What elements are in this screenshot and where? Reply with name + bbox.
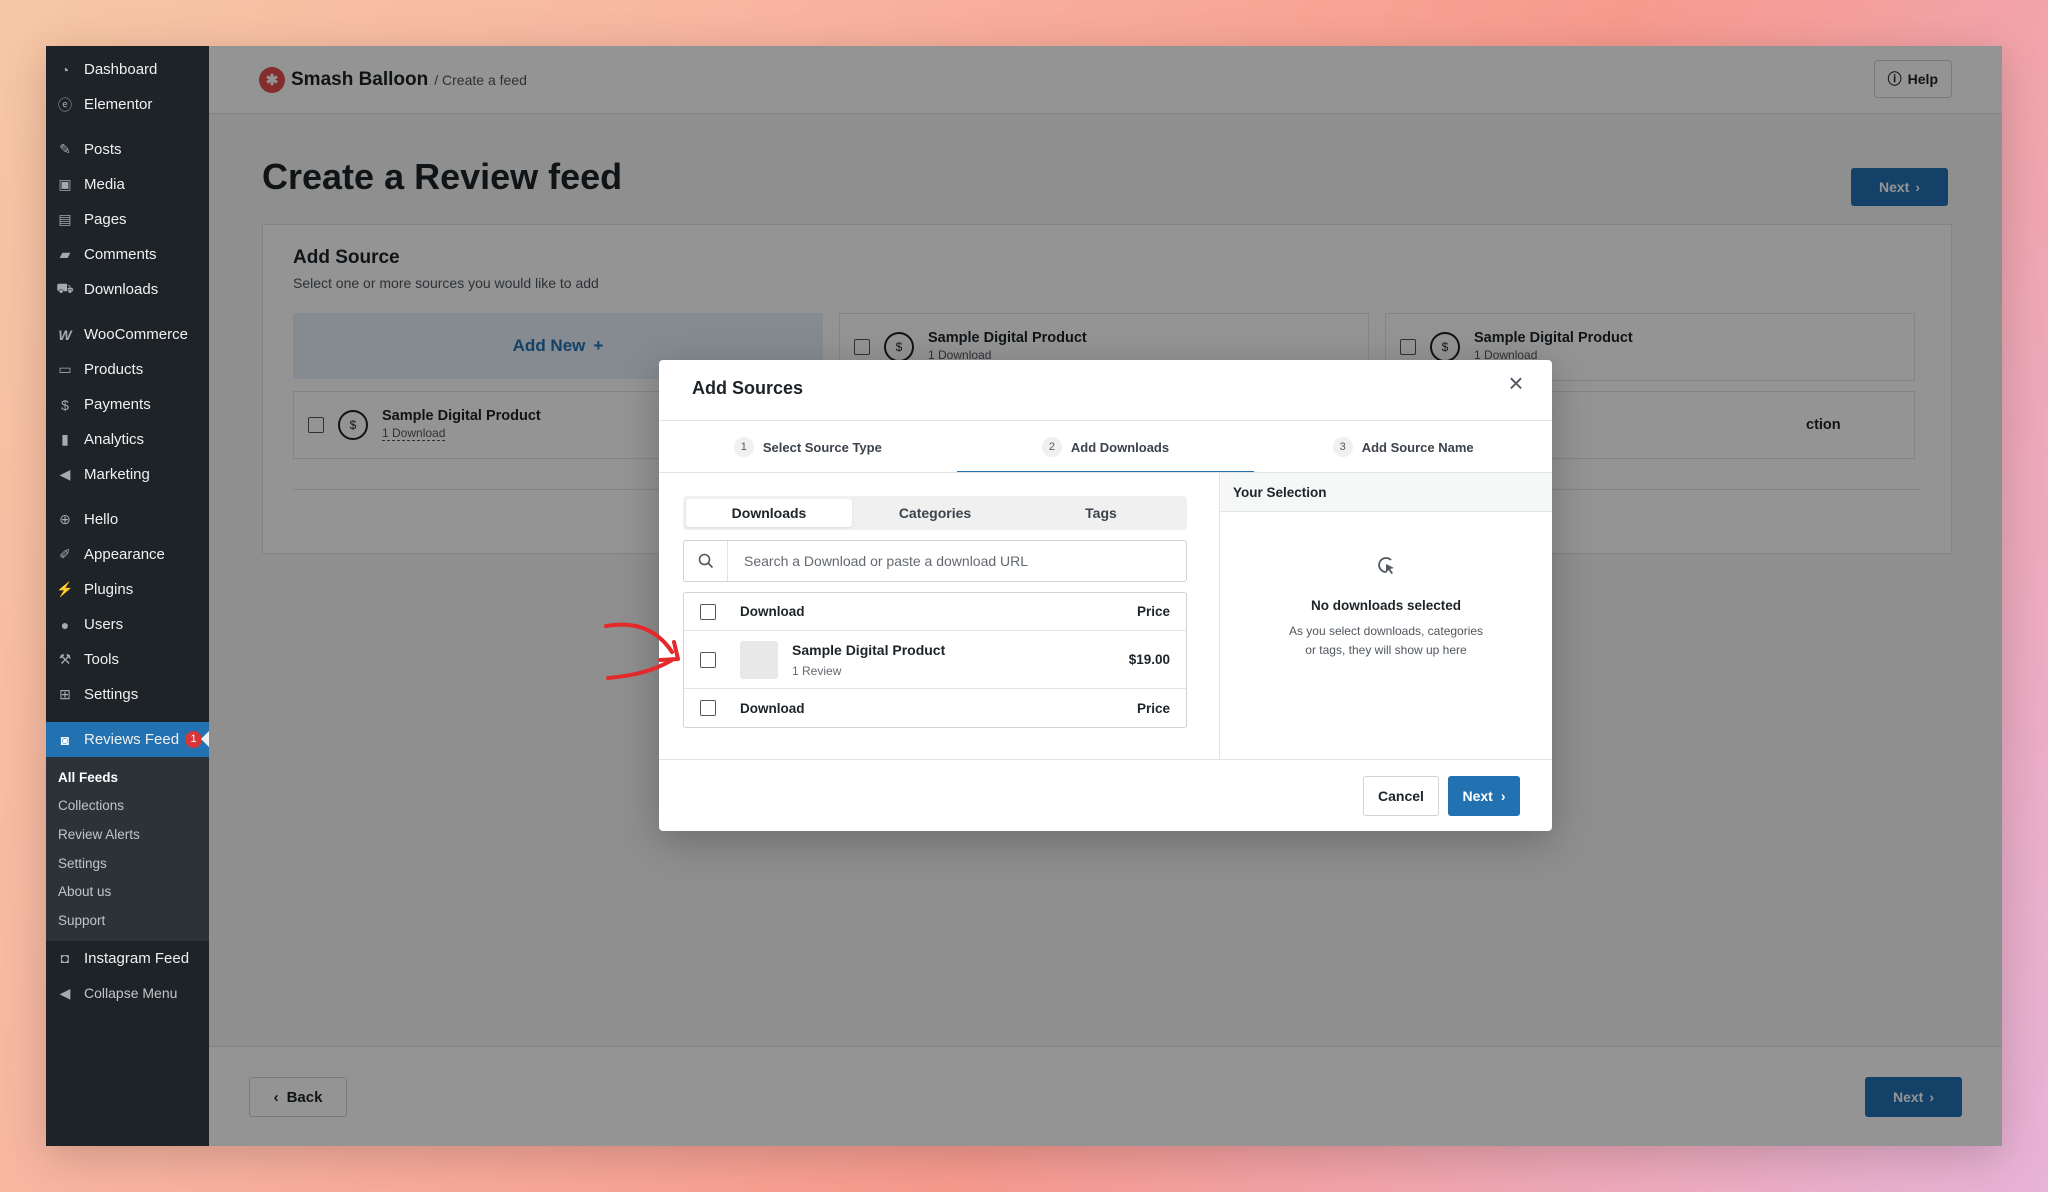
brush-icon: ✐ xyxy=(59,546,71,562)
sidebar-item-marketing[interactable]: ◀ Marketing xyxy=(46,457,209,492)
selection-title: Your Selection xyxy=(1220,473,1552,512)
sidebar-item-plugins[interactable]: ⚡ Plugins xyxy=(46,572,209,607)
sidebar-item-elementor[interactable]: ⓔ Elementor xyxy=(46,87,209,122)
step-add-source-name: 3 Add Source Name xyxy=(1254,421,1552,473)
stepper: 1 Select Source Type 2 Add Downloads 3 Add … xyxy=(659,421,1552,473)
product-thumbnail xyxy=(740,640,778,679)
sidebar-item-hello[interactable]: ⊕ Hello xyxy=(46,502,209,537)
cursor-click-icon xyxy=(1220,553,1552,584)
product-price: $19.00 xyxy=(1128,652,1170,667)
reviews-feed-submenu: All Feeds Collections Review Alerts Sett… xyxy=(46,757,209,941)
sidebar-item-instagram-feed[interactable]: ◘ Instagram Feed xyxy=(46,941,209,976)
divider xyxy=(659,759,1552,760)
archive-icon: ▭ xyxy=(58,361,72,377)
submenu-settings[interactable]: Settings xyxy=(46,849,209,878)
woo-icon: W xyxy=(58,326,72,343)
next-button[interactable]: Next › xyxy=(1448,776,1520,816)
cart-icon: ⛟ xyxy=(56,280,74,296)
column-header-price: Price xyxy=(1136,604,1170,619)
sidebar-item-settings[interactable]: ⊞ Settings xyxy=(46,677,209,712)
empty-title: No downloads selected xyxy=(1310,598,1462,613)
submenu-support[interactable]: Support xyxy=(46,906,209,935)
comments-icon: ▰ xyxy=(59,246,71,262)
table-row[interactable]: Sample Digital Product 1 Review $19.00 xyxy=(684,631,1186,689)
admin-sidebar: ◔ Dashboard ⓔ Elementor ✎ Posts ▣ Media ▤ Pag… xyxy=(46,46,209,1146)
step-select-source-type: 1 Select Source Type xyxy=(659,421,957,473)
sidebar-item-pages[interactable]: ▤ Pages xyxy=(46,202,209,237)
sidebar-item-downloads[interactable]: ⛟ Downloads xyxy=(46,272,209,307)
empty-state: No downloads selected As you select down… xyxy=(1220,553,1552,660)
empty-description: As you select downloads, categories or t… xyxy=(1288,624,1484,657)
sidebar-item-tools[interactable]: ⚒ Tools xyxy=(46,642,209,677)
reviews-icon: ◙ xyxy=(60,731,70,748)
submenu-about-us[interactable]: About us xyxy=(46,877,209,906)
sidebar-item-media[interactable]: ▣ Media xyxy=(46,167,209,202)
settings-icon: ⊞ xyxy=(59,686,71,702)
collapse-icon: ◀ xyxy=(59,984,71,1001)
downloads-pane: Downloads Categories Tags Download Price… xyxy=(683,496,1187,728)
search-icon xyxy=(684,541,728,581)
chevron-right-icon: › xyxy=(1500,788,1506,804)
product-name: Sample Digital Product xyxy=(792,641,946,658)
sidebar-item-comments[interactable]: ▰ Comments xyxy=(46,237,209,272)
submenu-collections[interactable]: Collections xyxy=(46,792,209,821)
sidebar-item-payments[interactable]: $ Payments xyxy=(46,387,209,422)
dashboard-icon: ◔ xyxy=(60,61,70,78)
review-count: 1 Review xyxy=(792,663,842,678)
tab-downloads[interactable]: Downloads xyxy=(686,499,852,527)
notification-badge: 1 xyxy=(185,731,203,748)
sidebar-item-analytics[interactable]: ▮ Analytics xyxy=(46,422,209,457)
sidebar-item-appearance[interactable]: ✐ Appearance xyxy=(46,537,209,572)
select-all-checkbox[interactable] xyxy=(700,603,716,620)
sidebar-item-users[interactable]: ● Users xyxy=(46,607,209,642)
source-tabs: Downloads Categories Tags xyxy=(683,496,1187,530)
elementor-icon: ⓔ xyxy=(58,96,72,113)
column-footer-price: Price xyxy=(1136,700,1170,716)
table-header: Download Price xyxy=(684,593,1186,631)
select-all-checkbox-footer[interactable] xyxy=(700,700,716,716)
modal-title: Add Sources xyxy=(692,378,804,398)
add-sources-modal: Add Sources × 1 Select Source Type 2 Add D… xyxy=(659,360,1552,831)
media-icon: ▣ xyxy=(58,176,72,192)
wrench-icon: ⚒ xyxy=(58,651,72,667)
search-box xyxy=(683,540,1187,582)
user-icon: ● xyxy=(60,616,70,633)
camera-icon: ◘ xyxy=(60,950,70,967)
active-arrow-icon xyxy=(201,731,209,747)
dollar-icon: $ xyxy=(61,396,69,413)
tab-categories[interactable]: Categories xyxy=(852,499,1018,527)
sidebar-item-dashboard[interactable]: ◔ Dashboard xyxy=(46,52,209,87)
column-footer-download: Download xyxy=(740,700,805,716)
downloads-table: Download Price Sample Digital Product 1 … xyxy=(683,592,1187,728)
column-header-download: Download xyxy=(740,604,805,619)
plus-circle-icon: ⊕ xyxy=(59,511,71,527)
row-checkbox[interactable] xyxy=(700,651,716,668)
submenu-all-feeds[interactable]: All Feeds xyxy=(46,763,209,792)
pin-icon: ✎ xyxy=(59,141,71,157)
cancel-button[interactable]: Cancel xyxy=(1363,776,1439,816)
search-input[interactable] xyxy=(728,553,1186,569)
sidebar-item-posts[interactable]: ✎ Posts xyxy=(46,132,209,167)
collapse-menu-button[interactable]: ◀ Collapse Menu xyxy=(46,976,209,1011)
plug-icon: ⚡ xyxy=(56,581,74,597)
submenu-review-alerts[interactable]: Review Alerts xyxy=(46,820,209,849)
sidebar-item-woocommerce[interactable]: W WooCommerce xyxy=(46,317,209,352)
megaphone-icon: ◀ xyxy=(59,466,71,482)
table-footer: Download Price xyxy=(684,689,1186,727)
tab-tags[interactable]: Tags xyxy=(1018,499,1184,527)
step-add-downloads: 2 Add Downloads xyxy=(956,421,1255,473)
selection-pane: Your Selection No downloads selected As … xyxy=(1219,473,1552,759)
close-icon[interactable]: × xyxy=(1504,370,1528,396)
sidebar-item-products[interactable]: ▭ Products xyxy=(46,352,209,387)
pages-icon: ▤ xyxy=(58,211,72,227)
annotation-arrow-icon xyxy=(600,620,700,685)
bar-chart-icon: ▮ xyxy=(61,431,69,447)
sidebar-item-reviews-feed[interactable]: ◙ Reviews Feed 1 xyxy=(46,722,209,757)
